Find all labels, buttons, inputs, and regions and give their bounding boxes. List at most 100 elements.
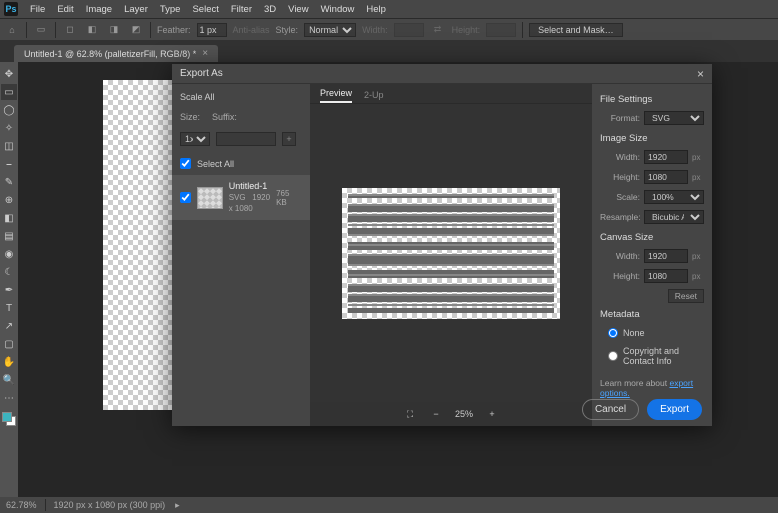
- cancel-button[interactable]: Cancel: [582, 399, 639, 420]
- hand-tool-icon[interactable]: ✋: [1, 354, 17, 370]
- selection-intersect-icon[interactable]: ◩: [128, 22, 144, 38]
- format-select[interactable]: SVG: [644, 111, 704, 125]
- link-icon: ⇄: [430, 22, 446, 38]
- path-tool-icon[interactable]: ↗: [1, 318, 17, 334]
- status-bar: 62.78% 1920 px x 1080 px (300 ppi) ▸: [0, 497, 778, 513]
- marquee-tool-icon[interactable]: ▭: [1, 84, 17, 100]
- close-icon[interactable]: ×: [697, 67, 704, 81]
- blur-tool-icon[interactable]: ◉: [1, 246, 17, 262]
- zoom-in-icon[interactable]: +: [485, 407, 499, 421]
- eraser-tool-icon[interactable]: ◧: [1, 210, 17, 226]
- preview-zoom-level[interactable]: 25%: [455, 409, 473, 419]
- size-label: Size:: [180, 112, 206, 122]
- stamp-tool-icon[interactable]: ⊕: [1, 192, 17, 208]
- lasso-tool-icon[interactable]: ◯: [1, 102, 17, 118]
- menu-3d[interactable]: 3D: [258, 4, 282, 15]
- menu-window[interactable]: Window: [315, 4, 361, 15]
- gradient-tool-icon[interactable]: ▤: [1, 228, 17, 244]
- selection-new-icon[interactable]: ◻: [62, 22, 78, 38]
- canvas-width-input[interactable]: [644, 249, 688, 263]
- asset-checkbox[interactable]: [180, 192, 191, 203]
- antialias-label: Anti-alias: [233, 25, 270, 35]
- marquee-tool-icon[interactable]: ▭: [33, 22, 49, 38]
- zoom-level[interactable]: 62.78%: [6, 500, 37, 510]
- menu-file[interactable]: File: [24, 4, 51, 15]
- crop-tool-icon[interactable]: ◫: [1, 138, 17, 154]
- menu-layer[interactable]: Layer: [118, 4, 154, 15]
- tab-2up[interactable]: 2-Up: [364, 90, 384, 103]
- px-unit: px: [692, 153, 700, 162]
- selection-subtract-icon[interactable]: ◨: [106, 22, 122, 38]
- scale-select[interactable]: 100%: [644, 190, 704, 204]
- metadata-none-label: None: [623, 328, 645, 338]
- document-dimensions[interactable]: 1920 px x 1080 px (300 ppi): [54, 500, 166, 510]
- magic-wand-tool-icon[interactable]: ✧: [1, 120, 17, 136]
- asset-item[interactable]: Untitled-1 SVG 1920 x 1080 765 KB: [172, 175, 310, 220]
- menu-help[interactable]: Help: [360, 4, 392, 15]
- canvas-height-input[interactable]: [644, 269, 688, 283]
- select-all-checkbox[interactable]: [180, 158, 191, 169]
- metadata-contact-radio[interactable]: [608, 351, 618, 361]
- px-unit: px: [692, 252, 700, 261]
- close-icon[interactable]: ×: [202, 48, 208, 59]
- scale-all-heading: Scale All: [180, 92, 302, 102]
- file-settings-heading: File Settings: [600, 94, 704, 105]
- pen-tool-icon[interactable]: ✒: [1, 282, 17, 298]
- preview-image: [342, 188, 560, 319]
- export-settings-panel: File Settings Format: SVG Image Size Wid…: [592, 84, 712, 426]
- img-width-input[interactable]: [644, 150, 688, 164]
- dodge-tool-icon[interactable]: ☾: [1, 264, 17, 280]
- size-select[interactable]: 1x: [180, 132, 210, 146]
- selection-add-icon[interactable]: ◧: [84, 22, 100, 38]
- suffix-label: Suffix:: [212, 112, 252, 122]
- suffix-input[interactable]: [216, 132, 276, 146]
- zoom-out-icon[interactable]: −: [429, 407, 443, 421]
- export-button[interactable]: Export: [647, 399, 702, 420]
- metadata-none-radio[interactable]: [608, 328, 618, 338]
- document-tabs: Untitled-1 @ 62.8% (palletizerFill, RGB/…: [0, 40, 778, 62]
- menu-view[interactable]: View: [282, 4, 314, 15]
- preview-viewport[interactable]: [310, 104, 592, 402]
- menu-image[interactable]: Image: [80, 4, 118, 15]
- style-label: Style:: [276, 25, 299, 35]
- type-tool-icon[interactable]: T: [1, 300, 17, 316]
- asset-filesize: 765 KB: [276, 189, 302, 207]
- menu-type[interactable]: Type: [154, 4, 187, 15]
- select-and-mask-button[interactable]: Select and Mask…: [529, 23, 623, 37]
- feather-label: Feather:: [157, 25, 191, 35]
- metadata-heading: Metadata: [600, 309, 704, 320]
- shape-tool-icon[interactable]: ▢: [1, 336, 17, 352]
- move-tool-icon[interactable]: ✥: [1, 66, 17, 82]
- resample-select[interactable]: Bicubic Auto…: [644, 210, 704, 224]
- chevron-right-icon[interactable]: ▸: [175, 500, 180, 511]
- img-height-input[interactable]: [644, 170, 688, 184]
- canvas-width-label: Width:: [600, 251, 640, 261]
- brush-tool-icon[interactable]: ✎: [1, 174, 17, 190]
- foreground-color[interactable]: [2, 412, 12, 422]
- zoom-tool-icon[interactable]: 🔍: [1, 372, 17, 388]
- feather-input[interactable]: [197, 23, 227, 37]
- asset-thumbnail: [197, 187, 223, 209]
- more-tools-icon[interactable]: ⋯: [1, 390, 17, 406]
- home-icon[interactable]: ⌂: [4, 22, 20, 38]
- scale-label: Scale:: [600, 192, 640, 202]
- format-label: Format:: [600, 113, 640, 123]
- fit-icon[interactable]: ⛶: [403, 407, 417, 421]
- px-unit: px: [692, 173, 700, 182]
- add-size-button[interactable]: +: [282, 132, 296, 146]
- reset-button[interactable]: Reset: [668, 289, 704, 303]
- eyedropper-tool-icon[interactable]: ⎯: [1, 156, 17, 172]
- tab-preview[interactable]: Preview: [320, 88, 352, 103]
- document-tab[interactable]: Untitled-1 @ 62.8% (palletizerFill, RGB/…: [14, 45, 218, 62]
- style-select[interactable]: Normal: [304, 23, 356, 37]
- height-input: [486, 23, 516, 37]
- menu-filter[interactable]: Filter: [225, 4, 258, 15]
- options-bar: ⌂ ▭ ◻ ◧ ◨ ◩ Feather: Anti-alias Style: N…: [0, 18, 778, 40]
- color-swatch[interactable]: [2, 412, 16, 426]
- app-logo: Ps: [4, 2, 18, 16]
- document-tab-title: Untitled-1 @ 62.8% (palletizerFill, RGB/…: [24, 49, 196, 59]
- menu-select[interactable]: Select: [186, 4, 224, 15]
- canvas-size-heading: Canvas Size: [600, 232, 704, 243]
- select-all-label: Select All: [197, 159, 234, 169]
- menu-edit[interactable]: Edit: [51, 4, 79, 15]
